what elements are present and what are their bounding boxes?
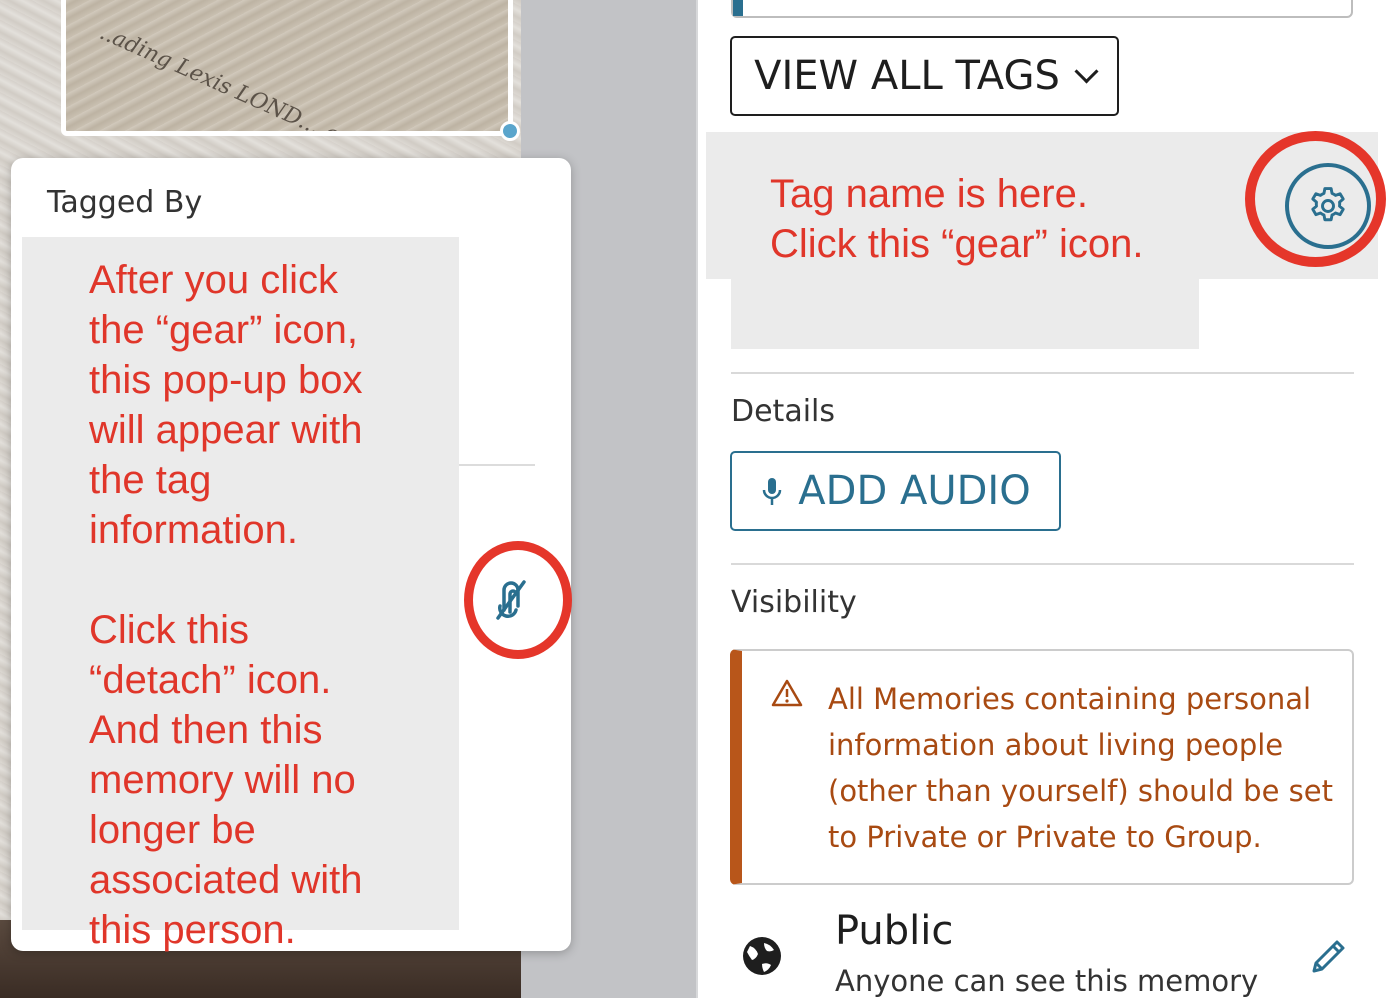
- crop-resize-handle[interactable]: [500, 121, 520, 141]
- tag-crop-frame[interactable]: ..ading Lexis LOND... and Wizardry: [61, 0, 513, 136]
- privacy-warning-text: All Memories containing personal informa…: [828, 682, 1333, 854]
- highlight-ring-gear: [1245, 131, 1386, 267]
- panel-divider: [696, 0, 698, 998]
- tagged-by-heading: Tagged By: [47, 185, 203, 220]
- globe-icon: [743, 937, 781, 975]
- visibility-heading: Visibility: [731, 585, 857, 620]
- section-divider: [731, 372, 1354, 374]
- visibility-option-description: Anyone can see this memory: [835, 964, 1259, 998]
- tag-list-box: [731, 0, 1353, 18]
- annotation-text-right: Tag name is here. Click this “gear” icon…: [770, 172, 1144, 266]
- view-all-tags-label: VIEW ALL TAGS: [754, 53, 1060, 99]
- edit-visibility-button[interactable]: [1306, 935, 1350, 983]
- chevron-down-icon: [1074, 58, 1099, 84]
- view-all-tags-button[interactable]: VIEW ALL TAGS: [730, 36, 1119, 116]
- visibility-option-title: Public: [835, 908, 954, 954]
- pencil-icon: [1312, 940, 1345, 973]
- section-divider: [731, 563, 1354, 565]
- warning-icon: [771, 679, 803, 707]
- add-audio-button[interactable]: ADD AUDIO: [730, 451, 1061, 531]
- annotation-text-left: After you click the “gear” icon, this po…: [89, 258, 363, 952]
- microphone-icon: [763, 478, 782, 505]
- highlight-ring-detach: [464, 541, 572, 659]
- popup-divider: [457, 464, 535, 466]
- add-audio-label: ADD AUDIO: [798, 468, 1031, 514]
- photo-crop-text: ..ading Lexis LOND... and Wizardry: [95, 20, 468, 136]
- tag-list-accent: [733, 0, 743, 16]
- annotation-box-right-lower: [731, 279, 1199, 349]
- details-heading: Details: [731, 394, 836, 429]
